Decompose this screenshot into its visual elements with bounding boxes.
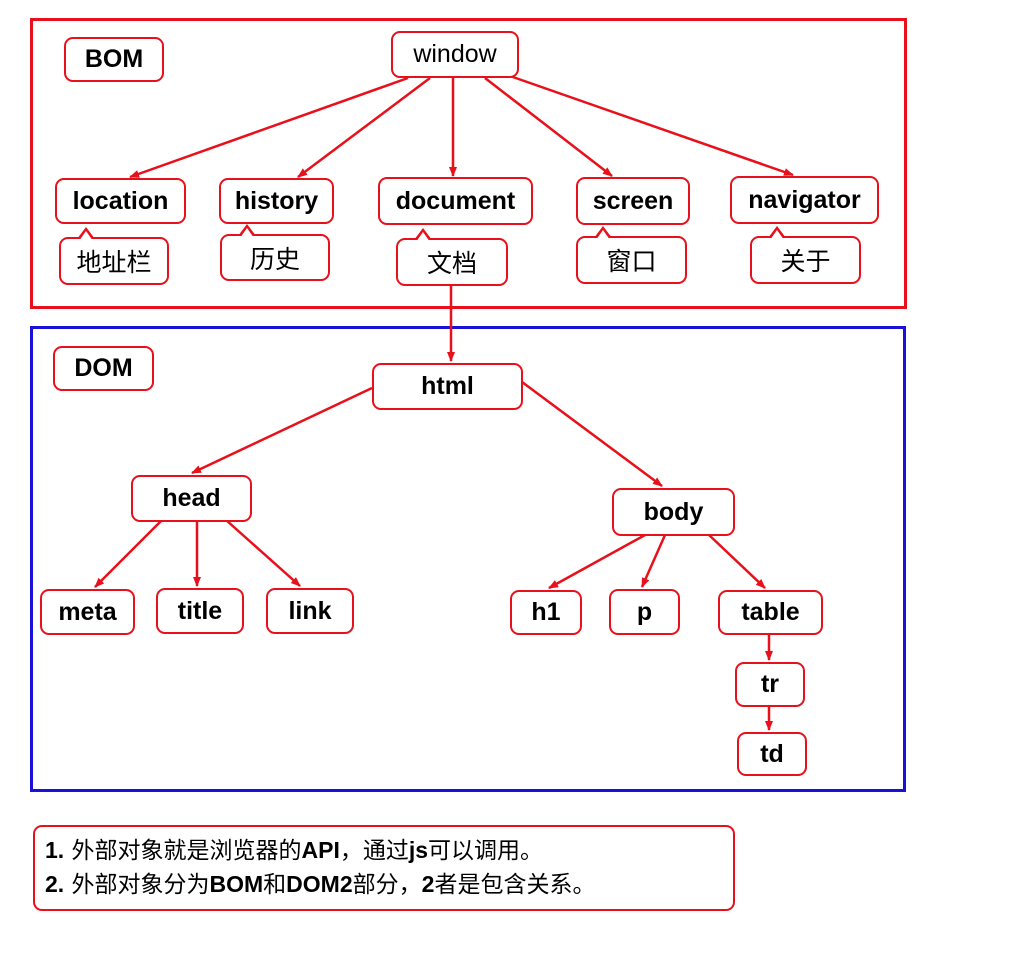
note-line-1: 1. 外部对象就是浏览器的API，通过js可以调用。 bbox=[45, 833, 733, 867]
node-td: td bbox=[737, 732, 807, 776]
note-1-js: js bbox=[408, 837, 429, 863]
note-2-two-b: 2 bbox=[421, 871, 435, 897]
notes-box: 1. 外部对象就是浏览器的API，通过js可以调用。 2. 外部对象分为BOM和… bbox=[33, 825, 735, 911]
note-1-text-b: ，通过 bbox=[339, 838, 409, 864]
edge-window-navigator bbox=[509, 74, 794, 177]
note-2-text-b: 和 bbox=[263, 872, 287, 898]
edge-html-head bbox=[191, 386, 373, 475]
note-2-two: 2 bbox=[339, 871, 353, 897]
note-1-number: 1. bbox=[45, 837, 65, 863]
note-2-dom: DOM bbox=[286, 871, 340, 897]
node-table: table bbox=[718, 590, 823, 635]
node-link: link bbox=[266, 588, 354, 634]
node-html: html bbox=[372, 363, 523, 410]
node-history: history bbox=[219, 178, 334, 224]
node-location: location bbox=[55, 178, 186, 224]
node-tr: tr bbox=[735, 662, 805, 707]
callout-navigator: 关于 bbox=[750, 226, 861, 284]
node-screen: screen bbox=[576, 177, 690, 225]
note-2-text-d: 者是包含关系。 bbox=[434, 872, 596, 898]
edge-window-screen bbox=[484, 77, 613, 177]
callout-history: 历史 bbox=[220, 224, 330, 281]
edge-window-location bbox=[129, 76, 409, 179]
bom-label: BOM bbox=[64, 37, 164, 82]
node-navigator: navigator bbox=[730, 176, 879, 224]
node-title: title bbox=[156, 588, 244, 634]
node-h1: h1 bbox=[510, 590, 582, 635]
edge-head-link bbox=[225, 519, 301, 587]
node-p: p bbox=[609, 589, 680, 635]
edge-head-meta bbox=[94, 519, 163, 588]
note-2-number: 2. bbox=[45, 871, 65, 897]
dom-label: DOM bbox=[53, 346, 154, 391]
node-window: window bbox=[391, 31, 519, 78]
node-meta: meta bbox=[40, 589, 135, 635]
note-2-text-a: 外部对象分为 bbox=[71, 872, 210, 898]
note-2-text-c: 部分， bbox=[352, 872, 422, 898]
note-1-text-a: 外部对象就是浏览器的 bbox=[71, 838, 302, 864]
node-body: body bbox=[612, 488, 735, 536]
callout-location: 地址栏 bbox=[59, 227, 169, 285]
edge-body-h1 bbox=[548, 533, 646, 590]
edge-body-table bbox=[707, 533, 766, 589]
callout-document: 文档 bbox=[396, 228, 508, 286]
note-line-2: 2. 外部对象分为BOM和DOM2部分，2者是包含关系。 bbox=[45, 867, 733, 901]
node-document: document bbox=[378, 177, 533, 225]
note-2-bom: BOM bbox=[209, 871, 264, 897]
edge-html-body bbox=[521, 380, 663, 488]
note-1-text-c: 可以调用。 bbox=[428, 838, 544, 864]
note-1-api: API bbox=[301, 837, 340, 863]
edge-body-p bbox=[640, 534, 667, 588]
callout-screen: 窗口 bbox=[576, 226, 687, 284]
node-head: head bbox=[131, 475, 252, 522]
